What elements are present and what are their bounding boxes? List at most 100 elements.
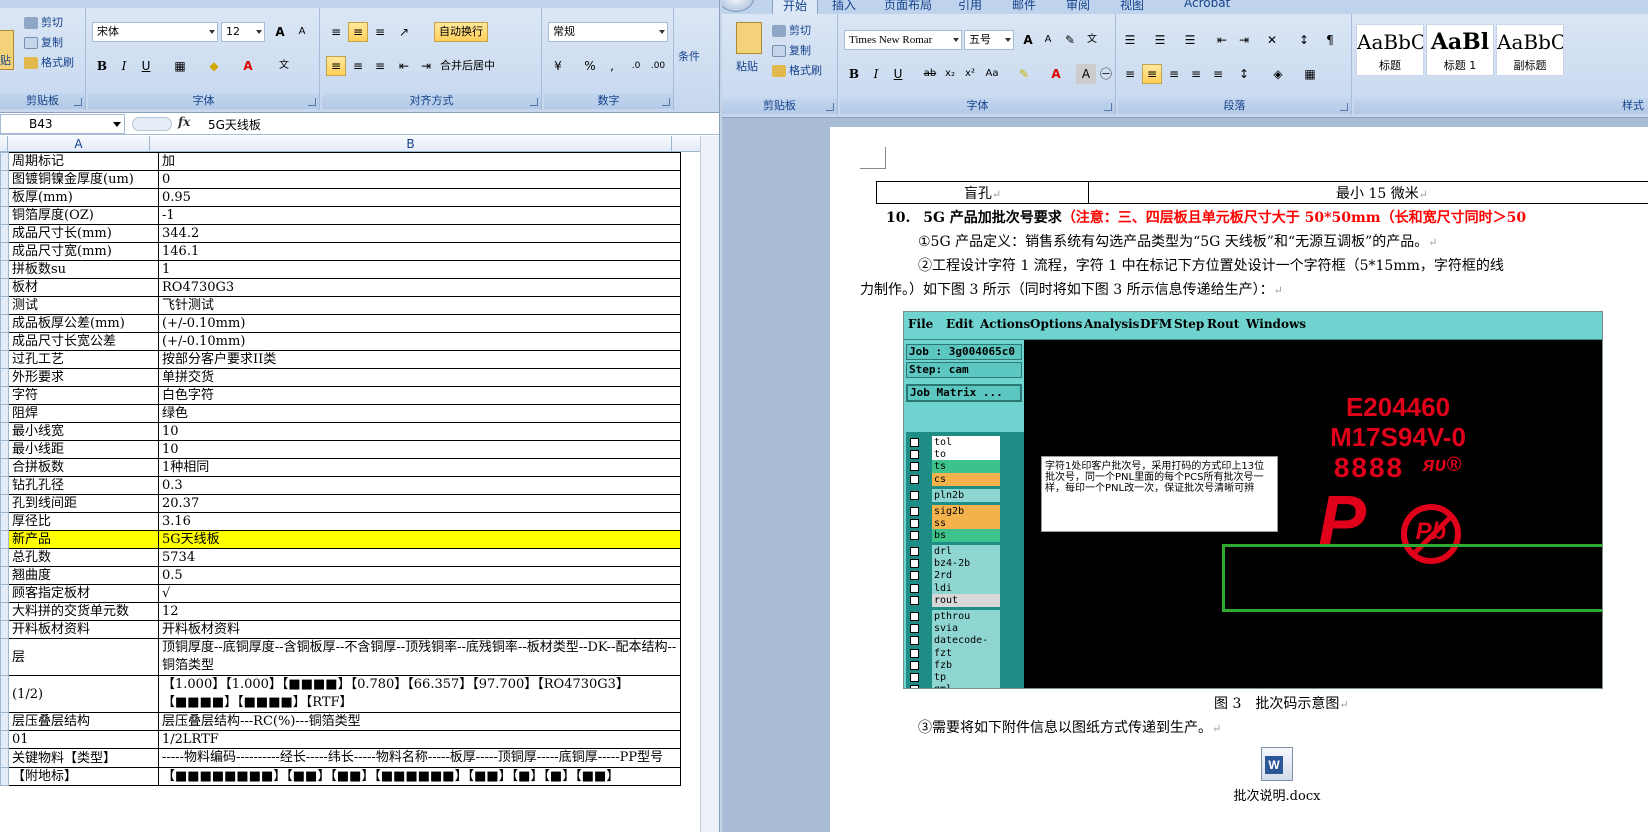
row-header[interactable] [0, 602, 9, 621]
doc-table-cell-left[interactable]: 盲孔↵ [876, 181, 1089, 204]
cell-b[interactable]: 加 [158, 152, 681, 171]
cell-a[interactable]: 周期标记 [8, 152, 159, 171]
borders-icon[interactable]: ▦ [1300, 64, 1320, 84]
column-header-a[interactable]: A [8, 136, 150, 152]
italic-icon[interactable]: I [114, 56, 134, 76]
font-color-icon[interactable]: A [1046, 64, 1066, 84]
change-case-icon[interactable]: Aa [982, 64, 1002, 84]
cell-b[interactable]: 【■■■■■■■■】【■■】【■■】【■■■■■■】【■■】【■】【■】【■■】 [158, 767, 681, 786]
bullets-icon[interactable]: ☰ [1120, 30, 1140, 50]
sort-icon[interactable]: ↕ [1294, 30, 1314, 50]
show-marks-icon[interactable]: ¶ [1320, 30, 1340, 50]
cell-b[interactable]: √ [158, 584, 681, 603]
cell-b[interactable]: (+/-0.10mm) [158, 314, 681, 333]
cell-b[interactable]: -1 [158, 206, 681, 225]
cell-b[interactable]: 按部分客户要求II类 [158, 350, 681, 369]
row-header[interactable] [0, 494, 9, 513]
dialog-launcher-icon[interactable] [530, 98, 538, 106]
cell-a[interactable]: 01 [8, 730, 159, 749]
copy-button[interactable]: 复制 [772, 42, 811, 60]
tab-acrobat[interactable]: Acrobat [1184, 0, 1230, 10]
cell-a[interactable]: 拼板数su [8, 260, 159, 279]
cell-b[interactable]: 5G天线板 [158, 530, 681, 549]
underline-icon[interactable]: U [136, 56, 156, 76]
cell-a[interactable]: 大料拼的交货单元数 [8, 602, 159, 621]
row-header[interactable] [0, 748, 9, 768]
cell-a[interactable]: (1/2) [8, 675, 159, 713]
grow-font-icon[interactable]: A [1018, 30, 1038, 50]
cell-a[interactable]: 合拼板数 [8, 458, 159, 477]
clear-format-icon[interactable]: ✎ [1060, 30, 1080, 50]
underline-icon[interactable]: U [888, 64, 908, 84]
copy-button[interactable]: 复制 [24, 34, 63, 52]
row-header[interactable] [0, 458, 9, 477]
comma-button[interactable]: , [602, 56, 622, 76]
font-name-combo[interactable]: 宋体 [92, 22, 218, 42]
row-header[interactable] [0, 620, 9, 639]
formula-content[interactable]: 5G天线板 [208, 116, 261, 133]
phonetic-icon[interactable]: 文 [1082, 30, 1102, 50]
distributed-icon[interactable]: ≡ [1208, 64, 1228, 84]
row-header[interactable] [0, 188, 9, 207]
char-shading-icon[interactable]: A [1076, 64, 1096, 84]
percent-button[interactable]: % [580, 56, 600, 76]
cell-a[interactable]: 层压叠层结构 [8, 712, 159, 731]
cell-b[interactable]: 3.16 [158, 512, 681, 531]
cut-button[interactable]: 剪切 [772, 22, 811, 40]
cell-b[interactable]: 单拼交货 [158, 368, 681, 387]
paste-button[interactable]: 贴 [0, 52, 11, 70]
align-center-icon[interactable]: ≡ [348, 56, 368, 76]
row-header[interactable] [0, 584, 9, 603]
row-header[interactable] [0, 440, 9, 459]
row-header[interactable] [0, 350, 9, 369]
font-size-combo[interactable]: 12 [221, 22, 265, 42]
tab-references[interactable]: 引用 [958, 0, 982, 13]
decrease-decimal-button[interactable]: .00 [648, 56, 668, 76]
increase-indent-icon[interactable]: ⇥ [416, 56, 436, 76]
dialog-launcher-icon[interactable] [1340, 103, 1348, 111]
dialog-launcher-icon[interactable] [662, 98, 670, 106]
attachment-object[interactable]: 批次说明.docx [1232, 747, 1322, 804]
cell-a[interactable]: 外形要求 [8, 368, 159, 387]
borders-icon[interactable]: ▦ [170, 56, 190, 76]
cell-b[interactable]: 0.3 [158, 476, 681, 495]
strikethrough-icon[interactable]: ab [920, 64, 940, 84]
cell-a[interactable]: 层 [8, 638, 159, 676]
grow-font-icon[interactable]: A [270, 22, 290, 42]
formula-bar-splitter[interactable] [132, 117, 172, 131]
cell-b[interactable]: (+/-0.10mm) [158, 332, 681, 351]
row-header[interactable] [0, 512, 9, 531]
cell-a[interactable]: 厚径比 [8, 512, 159, 531]
cell-a[interactable]: 顾客指定板材 [8, 584, 159, 603]
row-header[interactable] [0, 404, 9, 423]
shrink-font-icon[interactable]: A [292, 22, 312, 42]
align-center-icon[interactable]: ≡ [1142, 64, 1162, 84]
row-header[interactable] [0, 712, 9, 731]
cell-b[interactable]: 0.5 [158, 566, 681, 585]
cell-a[interactable]: 铜箔厚度(OZ) [8, 206, 159, 225]
cell-a[interactable]: 成品尺寸长宽公差 [8, 332, 159, 351]
style-title[interactable]: AaBbC 标题 [1356, 24, 1424, 76]
cell-b[interactable]: 344.2 [158, 224, 681, 243]
cell-a[interactable]: 成品尺寸长(mm) [8, 224, 159, 243]
asian-layout-icon[interactable]: ✕ [1262, 30, 1282, 50]
bold-icon[interactable]: B [844, 64, 864, 84]
cell-b[interactable]: 20.37 [158, 494, 681, 513]
numbering-icon[interactable]: ☰ [1150, 30, 1170, 50]
cell-b[interactable]: -----物料编码----------经长-----纬长-----物料名称---… [158, 748, 681, 768]
tab-home[interactable]: 开始 [772, 0, 819, 14]
cell-a[interactable]: 最小线距 [8, 440, 159, 459]
row-header[interactable] [0, 386, 9, 405]
row-header[interactable] [0, 638, 9, 676]
superscript-icon[interactable]: x² [960, 64, 980, 84]
row-header[interactable] [0, 170, 9, 189]
row-header[interactable] [0, 422, 9, 441]
cell-a[interactable]: 翘曲度 [8, 566, 159, 585]
row-header[interactable] [0, 278, 9, 297]
conditional-format-button[interactable]: 条件 [678, 48, 700, 66]
office-button[interactable] [722, 0, 754, 12]
line-spacing-icon[interactable]: ↕ [1234, 64, 1254, 84]
row-header[interactable] [0, 368, 9, 387]
cell-a[interactable]: 板材 [8, 278, 159, 297]
format-painter-button[interactable]: 格式刷 [24, 54, 74, 72]
